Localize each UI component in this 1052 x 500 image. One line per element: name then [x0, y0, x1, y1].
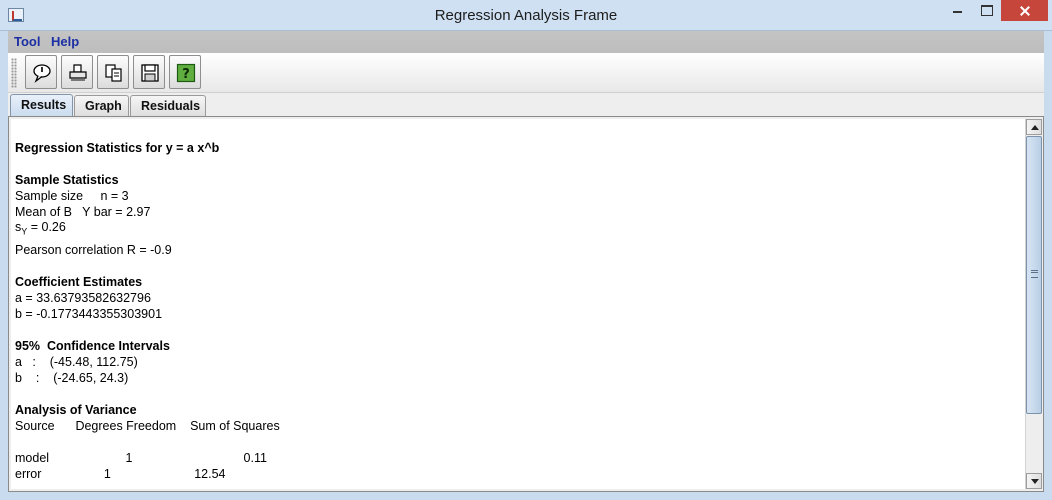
tab-results[interactable]: Results [10, 94, 73, 117]
copy-button[interactable] [97, 55, 129, 89]
scroll-down-arrow-icon[interactable] [1026, 473, 1042, 489]
title-bar[interactable]: Regression Analysis Frame [0, 0, 1052, 31]
minimize-button[interactable] [942, 0, 972, 21]
help-button[interactable]: ? [169, 55, 201, 89]
ci-b-line: b : (-24.65, 24.3) [15, 371, 129, 385]
mean-line: Mean of B Y bar = 2.97 [15, 205, 151, 219]
save-button[interactable] [133, 55, 165, 89]
results-heading: Regression Statistics for y = a x^b [15, 141, 220, 155]
maximize-button[interactable] [972, 0, 1001, 21]
toolbar: ? [8, 53, 1044, 93]
coefficient-estimates-title: Coefficient Estimates [15, 275, 143, 289]
coef-a-line: a = 33.63793582632796 [15, 291, 151, 305]
vertical-scrollbar[interactable] [1025, 119, 1042, 489]
tab-residuals[interactable]: Residuals [130, 95, 206, 116]
pearson-line: Pearson correlation R = -0.9 [15, 243, 172, 257]
tab-graph[interactable]: Graph [74, 95, 129, 116]
help-icon: ? [176, 63, 196, 83]
print-button[interactable] [61, 55, 93, 89]
sample-statistics-title: Sample Statistics [15, 173, 119, 187]
speech-bubble-icon [33, 64, 51, 83]
save-icon [141, 64, 159, 82]
window-title: Regression Analysis Frame [434, 7, 618, 24]
sample-size-line: Sample size n = 3 [15, 189, 129, 203]
tab-bar: Results Graph Residuals [8, 94, 1044, 117]
confidence-intervals-title: 95% Confidence Intervals [15, 339, 170, 353]
menu-help[interactable]: Help [51, 34, 79, 49]
coef-b-line: b = -0.1773443355303901 [15, 307, 163, 321]
copy-icon [105, 64, 122, 82]
ci-a-line: a : (-45.48, 112.75) [15, 355, 138, 369]
std-dev-line: sY = 0.26 [15, 220, 66, 237]
info-button[interactable] [25, 55, 57, 89]
anova-header: Source Degrees Freedom Sum of Squares [15, 419, 280, 433]
close-button[interactable] [1001, 0, 1048, 21]
anova-model-row: model 1 0.11 [15, 451, 267, 465]
toolbar-grip[interactable] [11, 58, 17, 88]
anova-title: Analysis of Variance [15, 403, 137, 417]
svg-text:?: ? [182, 67, 190, 82]
menu-tool[interactable]: Tool [14, 34, 40, 49]
client-area: Tool Help ? Results Graph Residuals Regr… [8, 31, 1044, 492]
sy-value: = 0.26 [27, 220, 66, 234]
menu-bar: Tool Help [8, 31, 1044, 53]
scrollbar-thumb[interactable] [1026, 136, 1042, 414]
anova-error-row: error 1 12.54 [15, 467, 226, 481]
print-icon [69, 64, 87, 81]
scroll-up-arrow-icon[interactable] [1026, 119, 1042, 135]
results-text-area[interactable]: Regression Statistics for y = a x^b Samp… [11, 119, 1025, 489]
results-panel: Regression Statistics for y = a x^b Samp… [8, 116, 1044, 492]
